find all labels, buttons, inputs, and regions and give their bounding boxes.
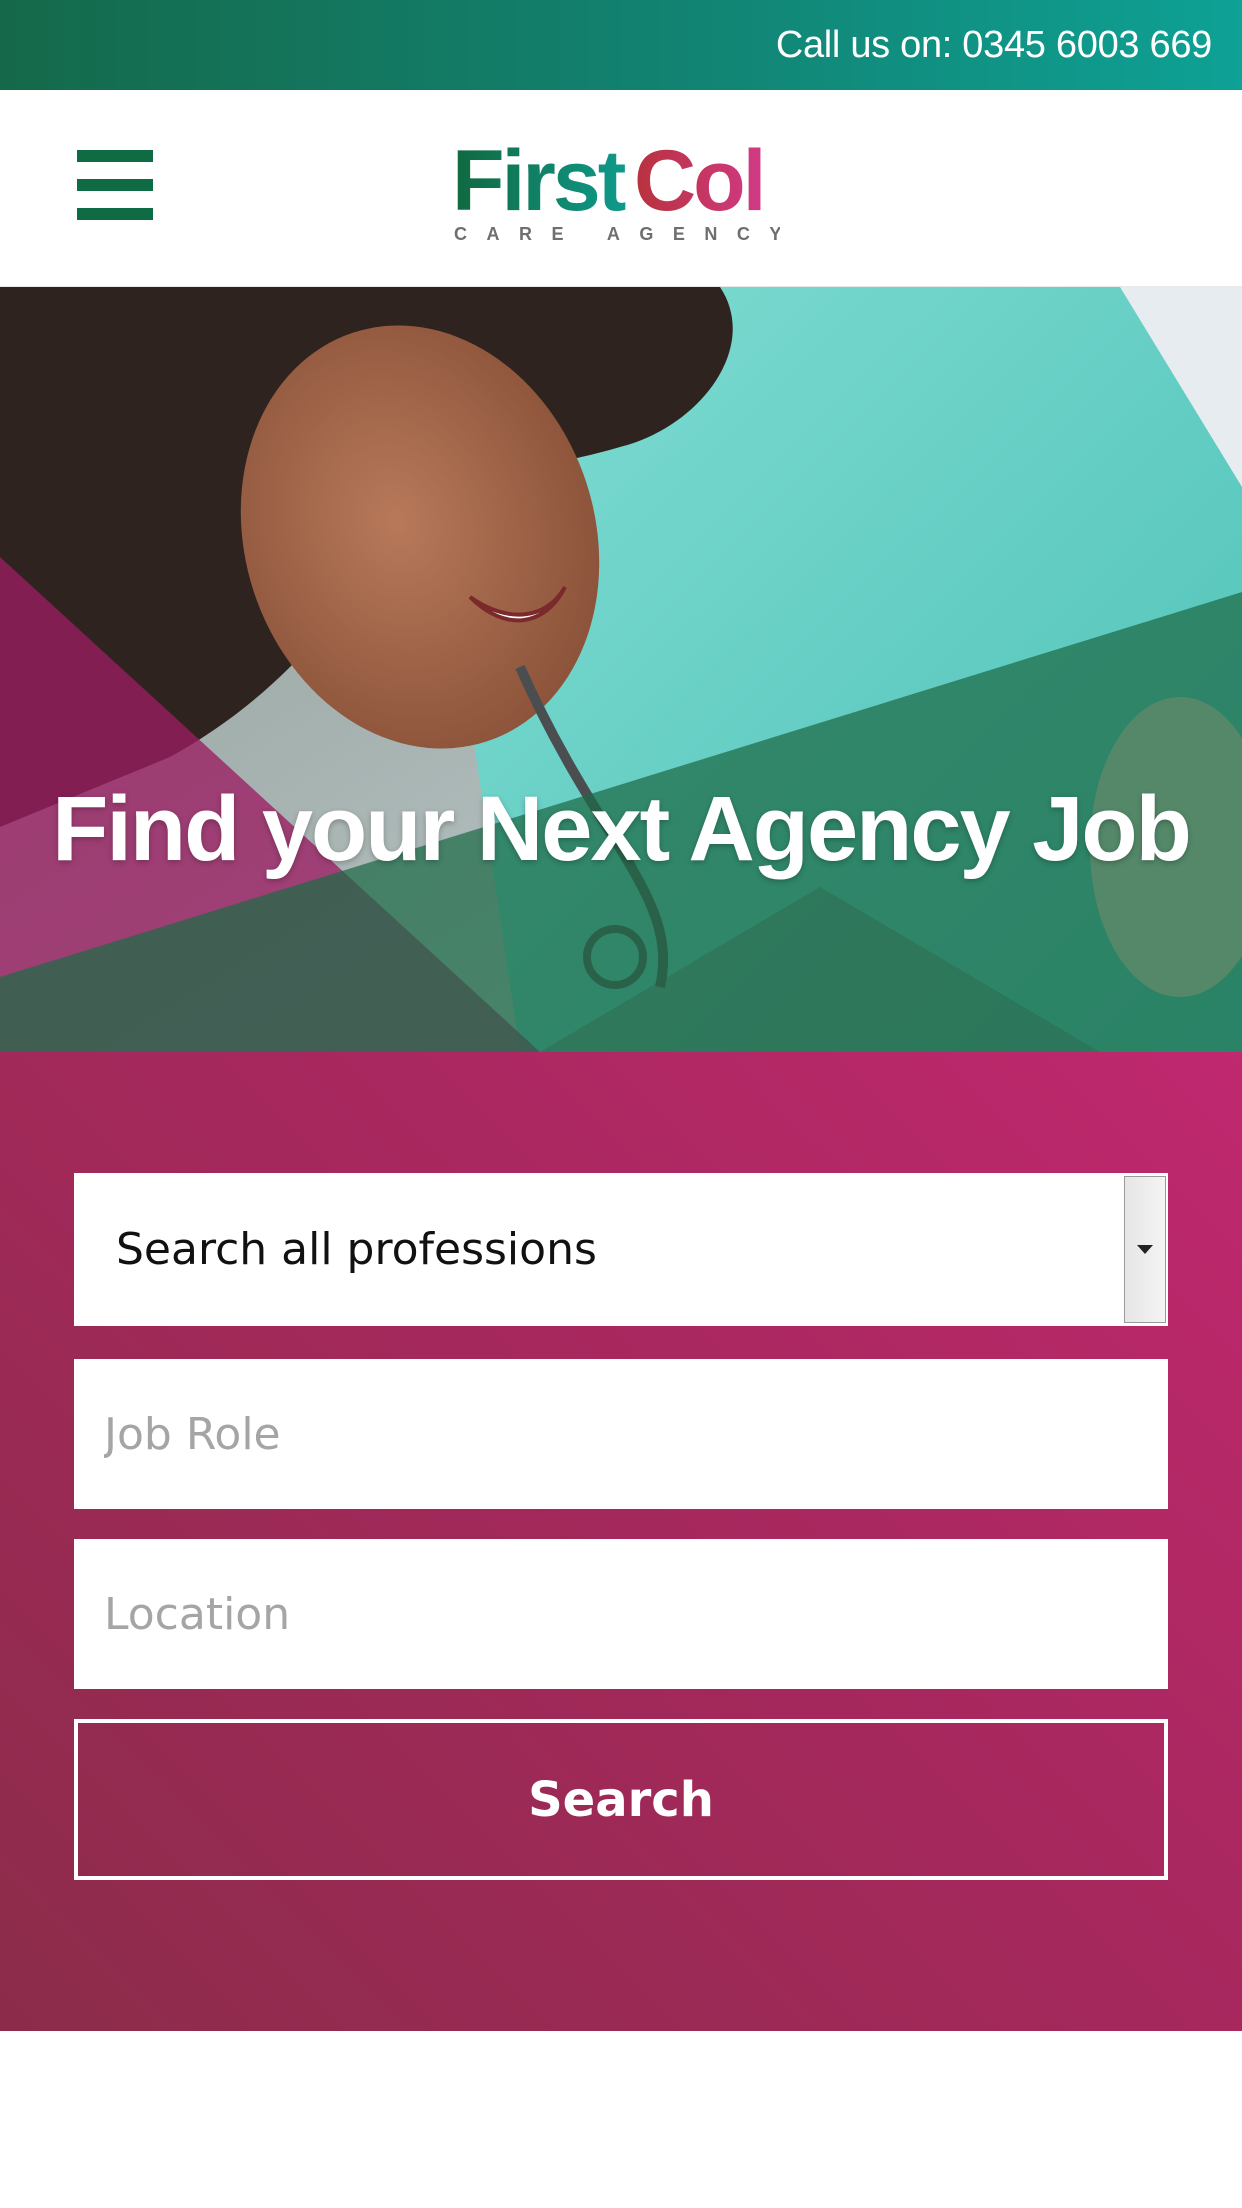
profession-select-value: Search all professions [116,1224,597,1275]
dropdown-arrow-icon[interactable] [1124,1176,1166,1323]
site-logo[interactable]: First Col CARE AGENCY [450,132,780,242]
top-contact-bar: Call us on: 0345 6003 669 [0,0,1242,90]
hero-banner: Find your Next Agency Job [0,287,1242,1052]
profession-select[interactable]: Search all professions [74,1173,1168,1326]
job-role-input[interactable] [74,1359,1168,1509]
logo-tagline: CARE AGENCY [454,224,780,242]
phone-number-link[interactable]: Call us on: 0345 6003 669 [776,24,1212,67]
hero-photo [0,287,1242,1052]
hero-title: Find your Next Agency Job [52,778,1192,880]
job-search-panel: Search all professions Search [0,1052,1242,2031]
site-header: First Col CARE AGENCY [0,90,1242,287]
logo-col-text: Col [634,133,764,229]
location-input[interactable] [74,1539,1168,1689]
menu-icon[interactable] [77,150,153,220]
logo-first-text: First [452,133,626,229]
search-button[interactable]: Search [74,1719,1168,1880]
